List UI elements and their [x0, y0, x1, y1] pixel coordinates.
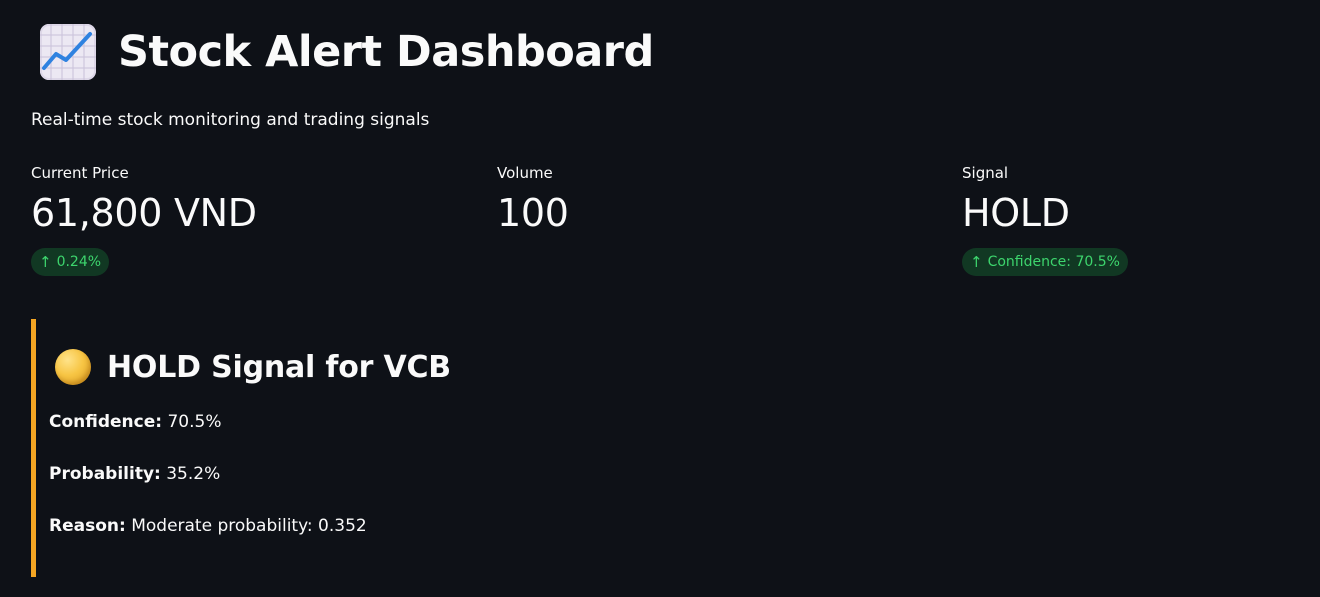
metric-value: 100: [497, 191, 569, 235]
alert-header: HOLD Signal for VCB: [55, 349, 451, 385]
metric-delta-badge: ↑ 0.24%: [31, 248, 110, 276]
metric-value: HOLD: [962, 191, 1070, 235]
page-title: Stock Alert Dashboard: [118, 26, 654, 77]
alert-line-label: Reason:: [49, 516, 126, 536]
alert-probability: Probability: 35.2%: [49, 464, 220, 484]
dashboard-page: Stock Alert Dashboard Real-time stock mo…: [0, 0, 1320, 597]
alert-line-label: Probability:: [49, 464, 161, 484]
metric-label: Volume: [497, 164, 553, 182]
metric-current-price: Current Price 61,800 VND ↑ 0.24%: [31, 164, 257, 276]
signal-alert-box: HOLD Signal for VCB Confidence: 70.5% Pr…: [31, 319, 1036, 577]
metric-delta-text: 0.24%: [56, 254, 102, 270]
alert-reason: Reason: Moderate probability: 0.352: [49, 516, 367, 536]
metric-delta-text: Confidence: 70.5%: [987, 254, 1120, 270]
metric-volume: Volume 100: [497, 164, 569, 232]
alert-title: HOLD Signal for VCB: [107, 349, 451, 385]
page-subtitle: Real-time stock monitoring and trading s…: [31, 110, 430, 130]
metric-signal: Signal HOLD ↑ Confidence: 70.5%: [962, 164, 1128, 276]
metric-delta-badge: ↑ Confidence: 70.5%: [962, 248, 1128, 276]
alert-line-value: 35.2%: [166, 464, 221, 484]
arrow-up-icon: ↑: [970, 253, 983, 271]
metric-label: Signal: [962, 164, 1009, 182]
alert-line-label: Confidence:: [49, 412, 163, 432]
page-header: Stock Alert Dashboard: [40, 22, 654, 82]
arrow-up-icon: ↑: [39, 253, 52, 271]
alert-line-value: Moderate probability: 0.352: [131, 516, 367, 536]
yellow-circle-icon: [55, 349, 91, 385]
alert-line-value: 70.5%: [167, 412, 222, 432]
alert-confidence: Confidence: 70.5%: [49, 412, 222, 432]
metric-label: Current Price: [31, 164, 129, 182]
chart-increasing-icon: [40, 24, 96, 80]
metric-value: 61,800 VND: [31, 191, 257, 235]
